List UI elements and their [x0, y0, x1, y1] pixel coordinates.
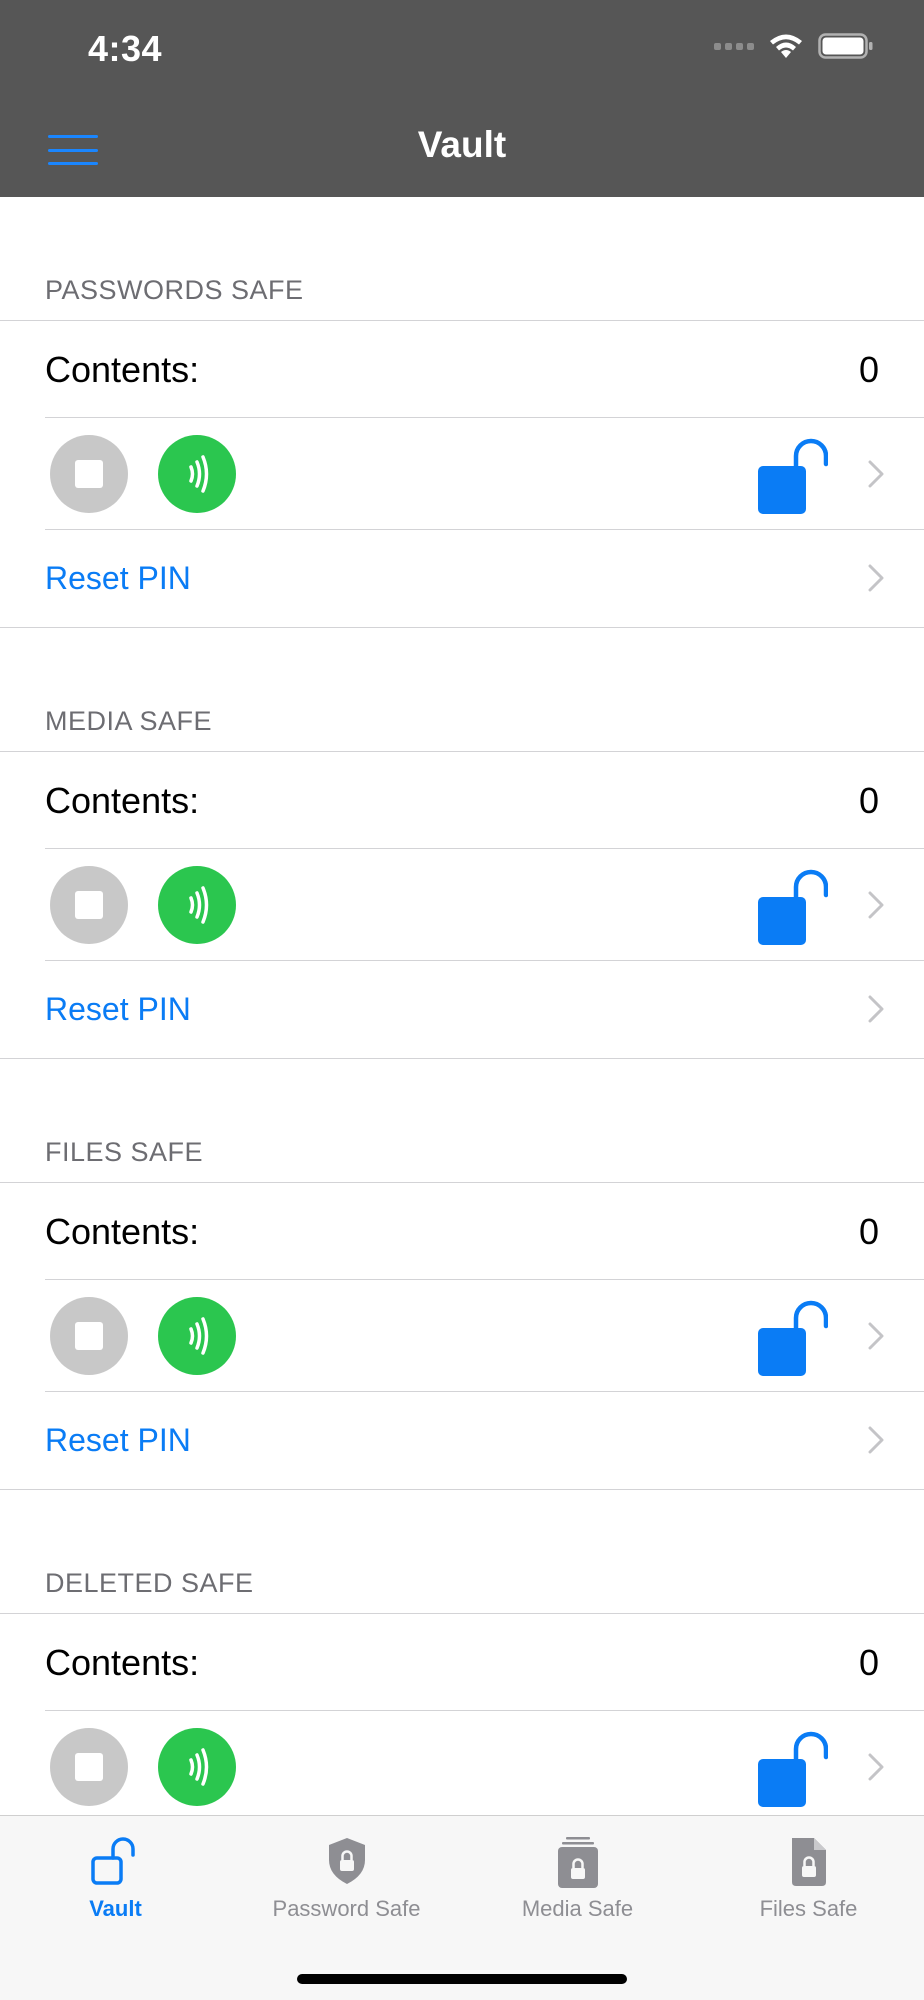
photo-stack-lock-icon — [557, 1837, 598, 1888]
contents-label: Contents: — [45, 1642, 200, 1683]
section-header-label: DELETED SAFE — [45, 1568, 254, 1598]
battery-icon — [818, 33, 873, 59]
nfc-button[interactable] — [158, 1297, 236, 1375]
files-safe-section: FILES SAFE Contents: 0 Reset PIN — [0, 1059, 924, 1490]
lock-actions-row[interactable] — [45, 418, 924, 530]
stop-button[interactable] — [50, 435, 128, 513]
status-indicators — [714, 32, 874, 60]
section-group: Contents: 0 — [0, 320, 924, 628]
reset-pin-label: Reset PIN — [45, 560, 191, 596]
contents-label: Contents: — [45, 780, 200, 821]
tab-bar: Vault Password Safe Media Safe Files Saf… — [0, 1815, 924, 2000]
nfc-icon — [189, 455, 209, 493]
unlock-icon[interactable] — [758, 865, 828, 947]
wifi-icon — [770, 34, 802, 58]
chevron-right-icon — [868, 995, 884, 1023]
reset-pin-label: Reset PIN — [45, 1422, 191, 1458]
chevron-right-icon — [868, 1322, 884, 1350]
contents-label: Contents: — [45, 349, 200, 390]
page-title: Vault — [417, 124, 507, 165]
section-header: MEDIA SAFE — [0, 628, 924, 751]
lock-actions-row[interactable] — [45, 1711, 924, 1815]
contents-count: 0 — [858, 1211, 879, 1252]
nfc-icon — [189, 886, 209, 924]
reset-pin-row[interactable]: Reset PIN — [45, 961, 924, 1058]
chevron-right-icon — [868, 891, 884, 919]
tab-label: Password Safe — [272, 1896, 421, 1921]
passwords-safe-section: PASSWORDS SAFE Contents: 0 Reset PIN — [0, 197, 924, 628]
document-lock-icon — [791, 1838, 826, 1886]
section-header: DELETED SAFE — [0, 1490, 924, 1613]
tab-label: Vault — [89, 1896, 142, 1921]
contents-row: Contents: 0 — [45, 1183, 924, 1280]
nfc-button[interactable] — [158, 866, 236, 944]
nfc-icon — [189, 1317, 209, 1355]
reset-pin-label: Reset PIN — [45, 991, 191, 1027]
section-group: Contents: 0 — [0, 1613, 924, 1815]
stop-button[interactable] — [50, 866, 128, 944]
tab-files-safe[interactable]: Files Safe — [693, 1816, 924, 1926]
tab-label: Files Safe — [759, 1896, 858, 1921]
chevron-right-icon — [868, 1426, 884, 1454]
tab-media-safe[interactable]: Media Safe — [462, 1816, 693, 1926]
lock-actions-row[interactable] — [45, 849, 924, 961]
unlock-icon[interactable] — [758, 434, 828, 516]
nfc-button[interactable] — [158, 1728, 236, 1806]
navigation-bar: 4:34 Vault — [0, 0, 924, 197]
section-header-label: PASSWORDS SAFE — [45, 275, 304, 305]
contents-count: 0 — [858, 349, 879, 390]
contents-row: Contents: 0 — [45, 321, 924, 418]
unlock-icon — [90, 1837, 135, 1885]
section-header-label: FILES SAFE — [45, 1137, 204, 1167]
reset-pin-row[interactable]: Reset PIN — [45, 1392, 924, 1489]
tab-vault[interactable]: Vault — [0, 1816, 231, 1926]
chevron-right-icon — [868, 460, 884, 488]
section-header-label: MEDIA SAFE — [45, 706, 213, 736]
contents-count: 0 — [858, 780, 879, 821]
contents-count: 0 — [858, 1642, 879, 1683]
section-group: Contents: 0 — [0, 751, 924, 1059]
section-group: Contents: 0 — [0, 1182, 924, 1490]
contents-label: Contents: — [45, 1211, 200, 1252]
unlock-icon[interactable] — [758, 1296, 828, 1378]
status-time: 4:34 — [88, 28, 163, 69]
tab-password-safe[interactable]: Password Safe — [231, 1816, 462, 1926]
media-safe-section: MEDIA SAFE Contents: 0 Reset PIN — [0, 628, 924, 1059]
home-indicator[interactable] — [297, 1974, 627, 1984]
section-header: PASSWORDS SAFE — [0, 197, 924, 320]
contents-row: Contents: 0 — [45, 1614, 924, 1711]
unlock-icon[interactable] — [758, 1727, 828, 1809]
deleted-safe-section: DELETED SAFE Contents: 0 — [0, 1490, 924, 1815]
contents-row: Contents: 0 — [45, 752, 924, 849]
stop-button[interactable] — [50, 1297, 128, 1375]
stop-button[interactable] — [50, 1728, 128, 1806]
shield-lock-icon — [328, 1838, 365, 1884]
chevron-right-icon — [868, 564, 884, 592]
nfc-button[interactable] — [158, 435, 236, 513]
tab-label: Media Safe — [521, 1896, 634, 1921]
chevron-right-icon — [868, 1753, 884, 1781]
cellular-signal-icon — [714, 42, 754, 50]
vault-list[interactable]: PASSWORDS SAFE Contents: 0 Reset PIN MED… — [0, 197, 924, 1815]
reset-pin-row[interactable]: Reset PIN — [45, 530, 924, 627]
section-header: FILES SAFE — [0, 1059, 924, 1182]
lock-actions-row[interactable] — [45, 1280, 924, 1392]
nfc-icon — [189, 1748, 209, 1786]
